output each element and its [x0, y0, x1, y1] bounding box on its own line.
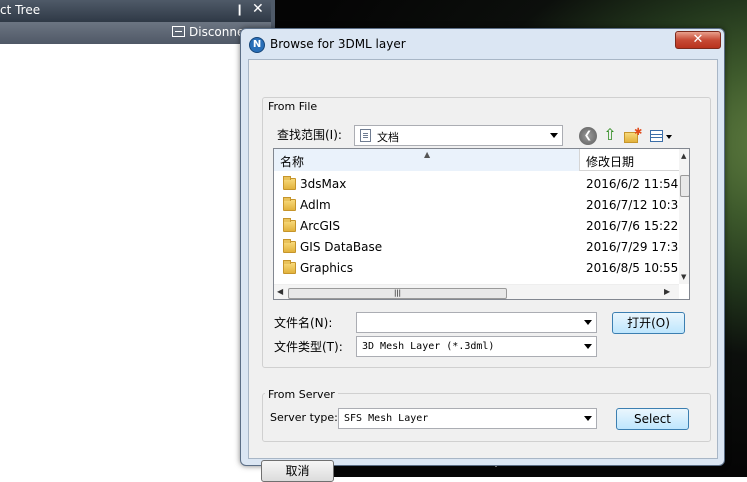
- file-name: ArcGIS: [300, 219, 340, 233]
- column-header-name[interactable]: 名称 ▲: [274, 149, 580, 171]
- file-row[interactable]: Adlm 2016/7/12 10:37: [274, 195, 686, 216]
- look-in-label: 查找范围(I):: [277, 128, 342, 142]
- select-button[interactable]: Select: [616, 408, 689, 430]
- folder-icon: [283, 260, 296, 274]
- vertical-scrollbar[interactable]: ▲ ▼: [679, 149, 689, 284]
- horizontal-scroll-thumb[interactable]: |||: [288, 288, 507, 299]
- file-name: Adlm: [300, 198, 331, 212]
- new-folder-icon[interactable]: ✱: [623, 127, 642, 145]
- disconnect-label: Disconne: [189, 25, 245, 39]
- disconnect-button[interactable]: Disconne: [172, 25, 244, 39]
- open-button[interactable]: 打开(O): [612, 312, 685, 334]
- file-list-header: 名称 ▲ 修改日期: [274, 149, 679, 171]
- chevron-down-icon: [584, 320, 592, 325]
- file-date: 2016/7/29 17:33: [586, 240, 686, 254]
- file-row[interactable]: Graphics 2016/8/5 10:55: [274, 258, 679, 279]
- chevron-down-icon: [584, 416, 592, 421]
- look-in-combo[interactable]: 文档: [354, 125, 563, 146]
- file-name: GIS DataBase: [300, 240, 383, 254]
- look-in-value: 文档: [377, 131, 399, 144]
- project-tree-title: ct Tree: [0, 3, 41, 17]
- up-folder-icon[interactable]: ⇧: [601, 127, 619, 145]
- dialog-titlebar[interactable]: N Browse for 3DML layer ✕: [241, 29, 724, 59]
- column-header-date[interactable]: 修改日期: [586, 153, 634, 170]
- project-tree-panel: ct Tree ❙ ✕ Disconne: [0, 0, 271, 477]
- chevron-down-icon: [584, 344, 592, 349]
- views-icon[interactable]: [649, 127, 675, 145]
- dialog-close-button[interactable]: ✕: [675, 31, 721, 49]
- folder-icon: [283, 197, 296, 211]
- cancel-button[interactable]: 取消: [261, 460, 334, 482]
- folder-icon: [283, 218, 296, 232]
- file-type-value: 3D Mesh Layer (*.3dml): [362, 341, 495, 352]
- document-icon: [360, 129, 371, 142]
- dialog-client-area: From File 查找范围(I): 文档 ❮ ⇧ ✱ 名称 ▲ 修改日期 3d…: [248, 59, 718, 482]
- scroll-up-icon[interactable]: ▲: [681, 152, 686, 160]
- file-row[interactable]: ArcGIS 2016/7/6 15:22: [274, 216, 679, 237]
- app-icon: N: [249, 37, 265, 53]
- folder-icon: [283, 176, 296, 190]
- project-tree-toolbar: Disconne: [0, 22, 271, 44]
- file-type-label: 文件类型(T):: [274, 340, 343, 354]
- file-name: 3dsMax: [300, 177, 347, 191]
- back-icon[interactable]: ❮: [579, 127, 597, 145]
- vertical-scroll-thumb[interactable]: [680, 175, 689, 197]
- column-name-label: 名称: [280, 155, 305, 169]
- file-row[interactable]: GIS DataBase 2016/7/29 17:33: [274, 237, 686, 258]
- file-name-label: 文件名(N):: [274, 316, 333, 330]
- pin-icon[interactable]: ❙: [235, 3, 244, 16]
- dialog-title: Browse for 3DML layer: [270, 37, 406, 51]
- file-row[interactable]: 3dsMax 2016/6/2 11:54: [274, 174, 679, 195]
- scroll-right-icon[interactable]: ▶: [664, 287, 670, 296]
- disconnect-icon: [172, 26, 185, 37]
- browse-3dml-dialog: N Browse for 3DML layer ✕ From File 查找范围…: [240, 28, 725, 482]
- server-type-select[interactable]: SFS Mesh Layer: [338, 408, 597, 429]
- from-server-legend: From Server: [265, 388, 338, 401]
- file-name-input[interactable]: [356, 312, 597, 333]
- project-tree-titlebar: ct Tree ❙ ✕: [0, 0, 271, 22]
- server-type-label: Server type:: [270, 411, 338, 424]
- file-date: 2016/7/12 10:37: [586, 198, 686, 212]
- from-file-legend: From File: [265, 100, 321, 113]
- chevron-down-icon: [550, 133, 558, 138]
- scroll-left-icon[interactable]: ◀: [277, 287, 283, 296]
- file-type-select[interactable]: 3D Mesh Layer (*.3dml): [356, 336, 597, 357]
- file-list[interactable]: 名称 ▲ 修改日期 3dsMax 2016/6/2 11:54 Adlm 201…: [273, 148, 690, 300]
- file-name: Graphics: [300, 261, 353, 275]
- sort-ascending-icon: ▲: [424, 150, 431, 159]
- file-date: 2016/6/2 11:54: [586, 177, 679, 191]
- file-date: 2016/8/5 10:55: [586, 261, 679, 275]
- server-type-value: SFS Mesh Layer: [344, 413, 429, 424]
- horizontal-scrollbar[interactable]: ◀ ||| ▶: [274, 284, 679, 299]
- file-date: 2016/7/6 15:22: [586, 219, 679, 233]
- folder-icon: [283, 239, 296, 253]
- close-icon[interactable]: ✕: [252, 1, 264, 17]
- scroll-down-icon[interactable]: ▼: [681, 273, 686, 281]
